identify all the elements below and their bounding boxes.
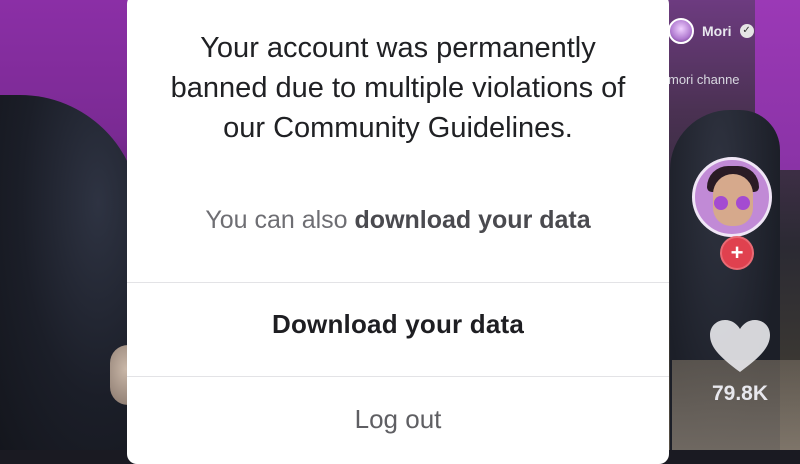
video-caption: mori channe	[668, 72, 740, 87]
author-avatar[interactable]	[668, 18, 694, 44]
download-hint-prefix: You can also	[205, 206, 355, 234]
logout-button[interactable]: Log out	[127, 404, 669, 435]
author-row[interactable]: Mori ✓	[668, 18, 754, 44]
profile-avatar[interactable]	[692, 157, 772, 237]
follow-plus-icon[interactable]: +	[720, 236, 754, 270]
avatar-eye-left	[714, 196, 728, 210]
download-hint: You can also download your data	[127, 206, 669, 235]
download-data-button[interactable]: Download your data	[127, 309, 669, 340]
divider	[127, 376, 669, 377]
verified-badge-icon: ✓	[739, 24, 754, 38]
ban-dialog: Your account was permanently banned due …	[127, 0, 669, 464]
like-count: 79.8K	[711, 382, 769, 405]
ban-message: Your account was permanently banned due …	[170, 32, 626, 144]
like-control[interactable]: 79.8K	[700, 318, 780, 406]
author-name[interactable]: Mori	[702, 23, 732, 39]
avatar-eye-right	[736, 196, 750, 210]
profile-avatar-ring	[692, 157, 772, 237]
divider	[127, 282, 669, 283]
download-hint-link[interactable]: download your data	[355, 206, 591, 234]
heart-icon[interactable]	[708, 318, 772, 374]
